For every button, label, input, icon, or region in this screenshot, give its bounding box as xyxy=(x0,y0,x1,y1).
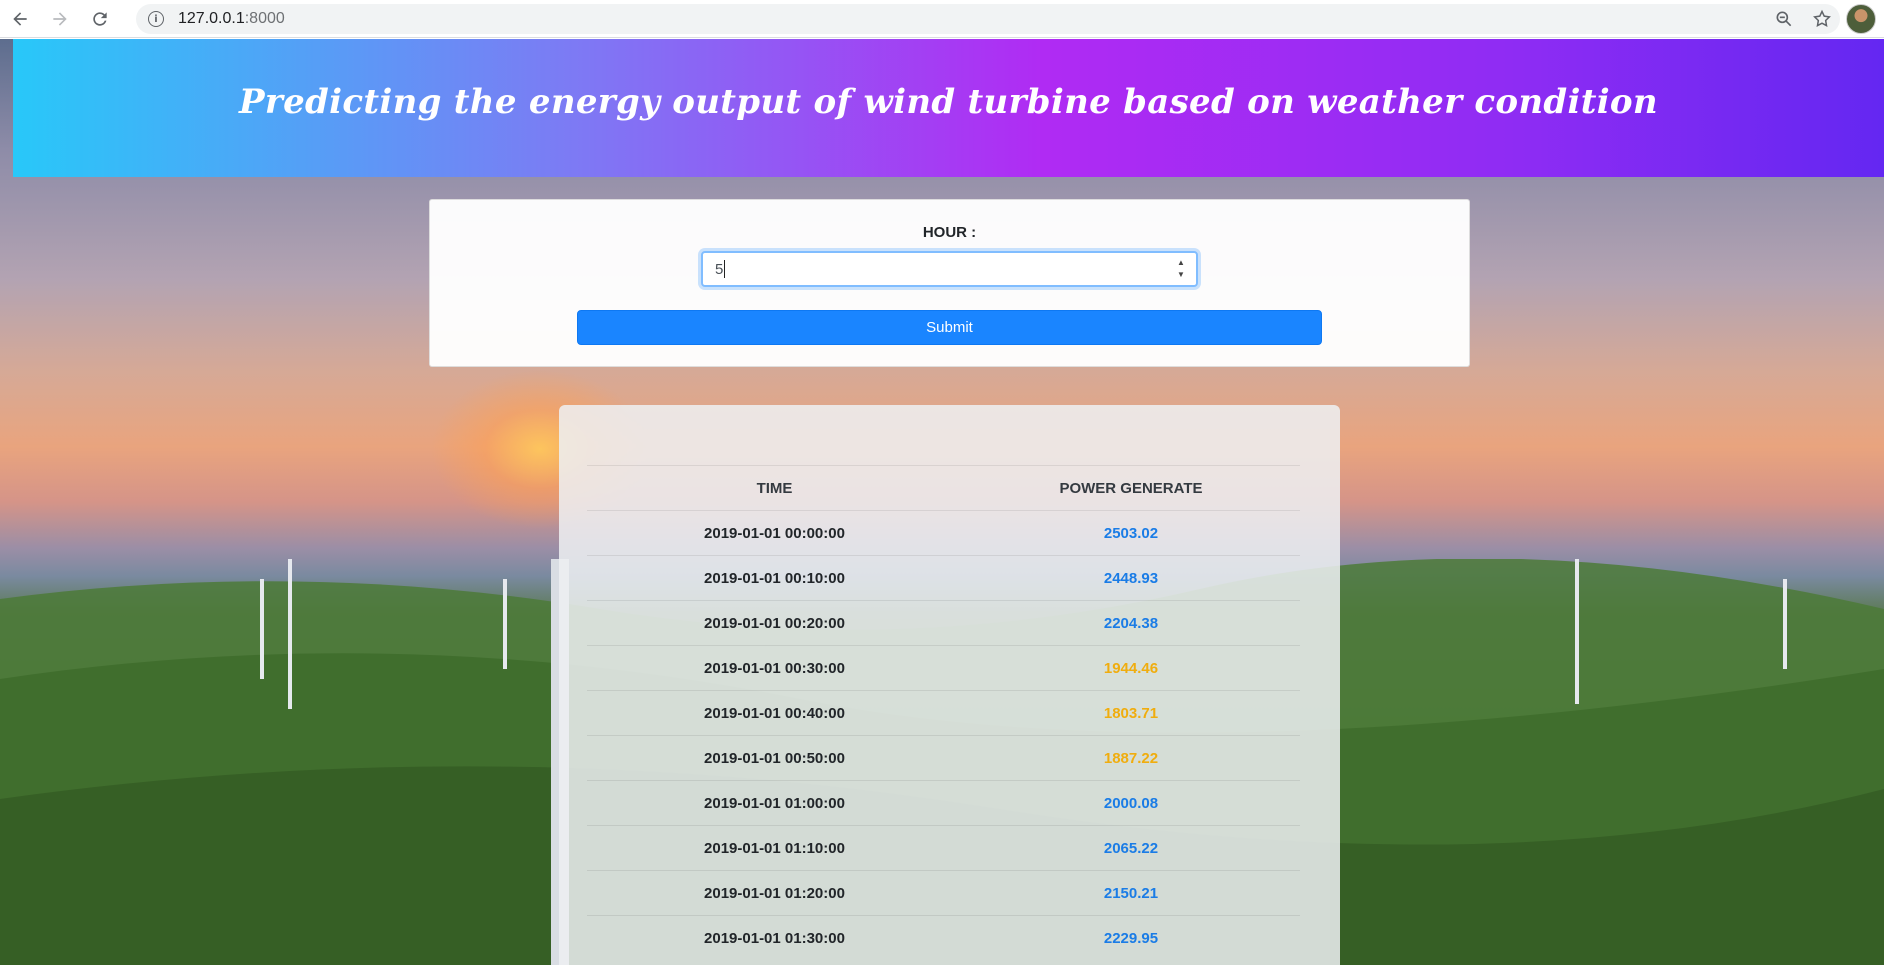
table-row: 2019-01-01 01:30:00 2229.95 xyxy=(587,915,1300,961)
page-header: Predicting the energy output of wind tur… xyxy=(13,39,1884,177)
table-row: 2019-01-01 00:30:00 1944.46 xyxy=(587,645,1300,691)
bookmark-star-icon[interactable] xyxy=(1812,9,1832,29)
power-cell: 2229.95 xyxy=(962,915,1300,961)
table-row: 2019-01-01 01:00:00 2000.08 xyxy=(587,780,1300,826)
time-cell: 2019-01-01 00:50:00 xyxy=(587,735,962,781)
time-cell: 2019-01-01 01:30:00 xyxy=(587,915,962,961)
address-bar[interactable]: i 127.0.0.1:8000 xyxy=(136,4,1840,34)
spinner-down-icon[interactable]: ▼ xyxy=(1177,270,1185,280)
back-arrow-icon xyxy=(13,11,27,26)
reload-icon xyxy=(93,11,107,26)
site-info-icon[interactable]: i xyxy=(148,11,164,27)
zoom-icon[interactable] xyxy=(1774,9,1794,29)
table-row: 2019-01-01 00:20:00 2204.38 xyxy=(587,600,1300,646)
power-cell: 2000.08 xyxy=(962,780,1300,826)
prediction-form: HOUR : 5 ▲ ▼ Submit xyxy=(429,199,1470,367)
time-cell: 2019-01-01 01:10:00 xyxy=(587,825,962,871)
power-cell: 1944.46 xyxy=(962,645,1300,691)
table-body: 2019-01-01 00:00:00 2503.02 2019-01-01 00:… xyxy=(587,510,1300,961)
time-cell: 2019-01-01 00:40:00 xyxy=(587,690,962,736)
table-row: 2019-01-01 00:00:00 2503.02 xyxy=(587,510,1300,556)
power-cell: 1803.71 xyxy=(962,690,1300,736)
profile-avatar[interactable] xyxy=(1846,4,1876,34)
reload-button[interactable] xyxy=(80,0,120,38)
time-cell: 2019-01-01 01:00:00 xyxy=(587,780,962,826)
spinner-up-icon[interactable]: ▲ xyxy=(1177,258,1185,268)
url-text: 127.0.0.1:8000 xyxy=(178,10,285,27)
table-row: 2019-01-01 01:20:00 2150.21 xyxy=(587,870,1300,916)
number-spinner[interactable]: ▲ ▼ xyxy=(1174,258,1188,280)
submit-button[interactable]: Submit xyxy=(577,310,1322,345)
hour-label: HOUR : xyxy=(922,224,977,241)
column-header-power: POWER GENERATE xyxy=(962,465,1300,511)
forward-button[interactable] xyxy=(40,0,80,38)
table-row: 2019-01-01 00:10:00 2448.93 xyxy=(587,555,1300,601)
time-cell: 2019-01-01 00:00:00 xyxy=(587,510,962,556)
column-header-time: TIME xyxy=(587,465,962,511)
table-row: 2019-01-01 00:50:00 1887.22 xyxy=(587,735,1300,781)
table-row: 2019-01-01 00:40:00 1803.71 xyxy=(587,690,1300,736)
forward-arrow-icon xyxy=(53,11,67,26)
table-header-row: TIME POWER GENERATE xyxy=(587,465,1300,511)
power-cell: 2503.02 xyxy=(962,510,1300,556)
hour-input[interactable]: 5 ▲ ▼ xyxy=(701,251,1198,287)
power-cell: 2150.21 xyxy=(962,870,1300,916)
page-viewport: Predicting the energy output of wind tur… xyxy=(0,39,1884,965)
power-cell: 2204.38 xyxy=(962,600,1300,646)
page-title: Predicting the energy output of wind tur… xyxy=(239,82,1658,122)
time-cell: 2019-01-01 01:20:00 xyxy=(587,870,962,916)
browser-toolbar: i 127.0.0.1:8000 xyxy=(0,0,1884,38)
time-cell: 2019-01-01 00:10:00 xyxy=(587,555,962,601)
hour-input-value: 5 xyxy=(715,260,724,278)
table-row: 2019-01-01 01:10:00 2065.22 xyxy=(587,825,1300,871)
back-button[interactable] xyxy=(0,0,40,38)
time-cell: 2019-01-01 00:30:00 xyxy=(587,645,962,691)
power-cell: 2448.93 xyxy=(962,555,1300,601)
text-caret xyxy=(724,260,726,278)
results-table: TIME POWER GENERATE 2019-01-01 00:00:00 2… xyxy=(587,465,1300,961)
power-cell: 1887.22 xyxy=(962,735,1300,781)
power-cell: 2065.22 xyxy=(962,825,1300,871)
results-card: TIME POWER GENERATE 2019-01-01 00:00:00 2… xyxy=(559,405,1340,965)
time-cell: 2019-01-01 00:20:00 xyxy=(587,600,962,646)
